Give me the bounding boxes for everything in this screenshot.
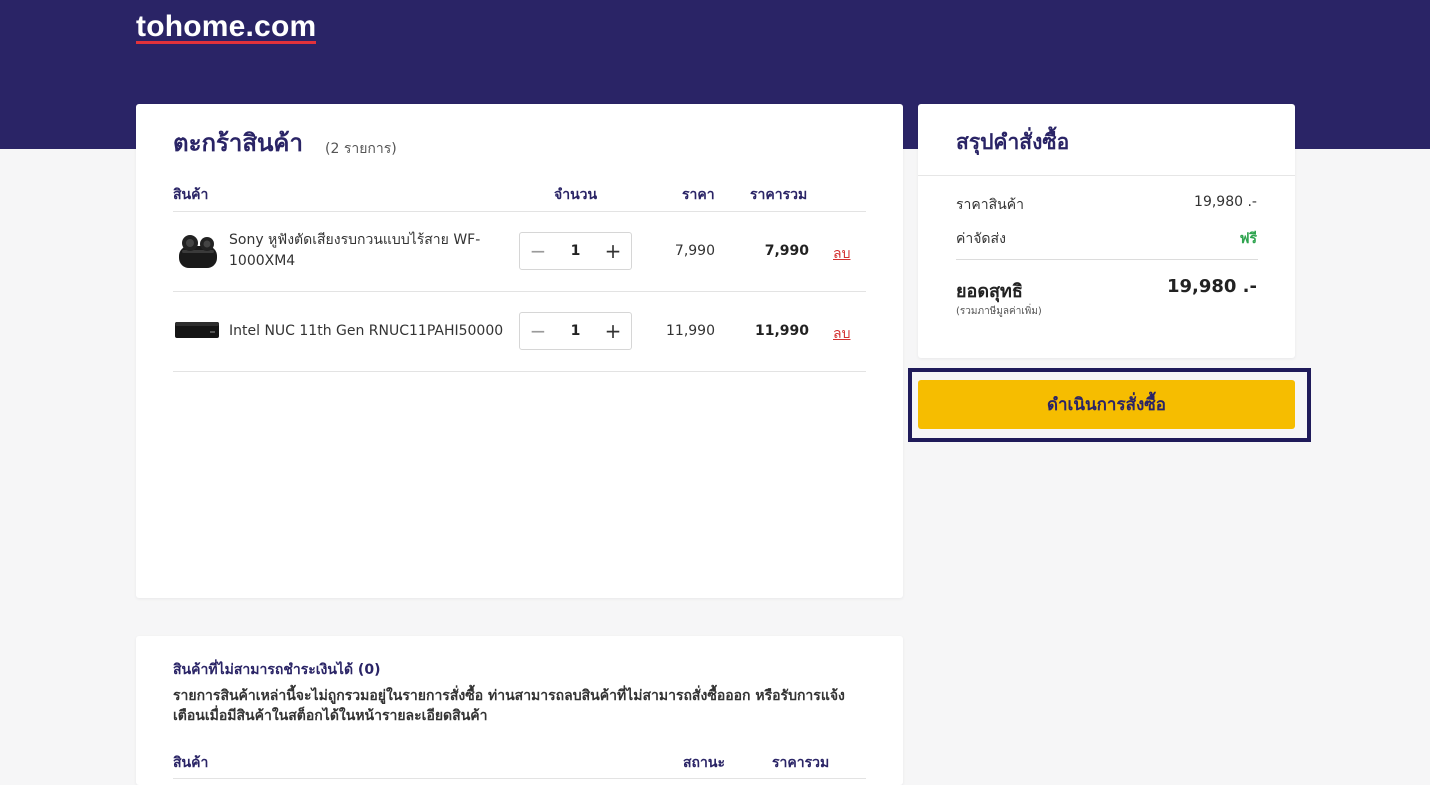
site-logo[interactable]: tohome.com: [136, 9, 316, 45]
summary-divider: [956, 259, 1258, 260]
item-total: 11,990: [754, 323, 809, 339]
unavailable-items-panel: สินค้าที่ไม่สามารถชำระเงินได้ (0) รายการ…: [136, 636, 903, 785]
product-name[interactable]: Intel NUC 11th Gen RNUC11PAHI50000: [229, 321, 504, 342]
unavailable-description: รายการสินค้าเหล่านี้จะไม่ถูกรวมอยู่ในราย…: [173, 688, 845, 724]
column-header-price: ราคา: [682, 187, 715, 203]
shipping-label: ค่าจัดส่ง: [956, 231, 1006, 247]
net-total-value: 19,980 .-: [1166, 276, 1257, 297]
quantity-input[interactable]: [556, 323, 595, 339]
increase-quantity-button[interactable]: +: [595, 313, 631, 349]
summary-divider: [918, 175, 1295, 176]
increase-quantity-button[interactable]: +: [595, 233, 631, 269]
summary-title: สรุปคำสั่งซื้อ: [956, 130, 1070, 154]
quantity-stepper: − +: [519, 232, 632, 270]
column-header-product: สินค้า: [173, 187, 209, 203]
cart-title: ตะกร้าสินค้า: [173, 129, 303, 157]
row-divider: [173, 371, 866, 372]
item-price: 11,990: [666, 323, 715, 339]
remove-item-link[interactable]: ลบ: [833, 243, 850, 265]
quantity-stepper: − +: [519, 312, 632, 350]
unavailable-column-product: สินค้า: [173, 755, 209, 771]
unavailable-title: สินค้าที่ไม่สามารถชำระเงินได้ (0): [173, 662, 381, 678]
subtotal-label: ราคาสินค้า: [956, 197, 1024, 213]
earbuds-product-image[interactable]: [176, 232, 220, 272]
mini-pc-product-image[interactable]: [174, 318, 220, 342]
net-total-label: ยอดสุทธิ: [956, 281, 1023, 302]
item-price: 7,990: [674, 243, 715, 259]
cart-panel: ตะกร้าสินค้า (2 รายการ) สินค้า จำนวน ราค…: [136, 104, 903, 598]
quantity-input[interactable]: [556, 243, 595, 259]
row-divider: [173, 778, 866, 779]
logo-underline: [136, 41, 316, 44]
remove-item-link[interactable]: ลบ: [833, 323, 850, 345]
shipping-value: ฟรี: [1239, 231, 1257, 247]
order-summary-panel: สรุปคำสั่งซื้อ ราคาสินค้า 19,980 .- ค่าจ…: [918, 104, 1295, 358]
item-total: 7,990: [764, 243, 809, 259]
column-header-quantity: จำนวน: [554, 187, 598, 203]
unavailable-column-status: สถานะ: [683, 755, 725, 771]
decrease-quantity-button[interactable]: −: [520, 233, 556, 269]
checkout-button[interactable]: ดำเนินการสั่งซื้อ: [918, 380, 1295, 429]
row-divider: [173, 211, 866, 212]
vat-note: (รวมภาษีมูลค่าเพิ่ม): [956, 306, 1042, 317]
column-header-total: ราคารวม: [750, 187, 808, 203]
unavailable-column-total: ราคารวม: [772, 755, 830, 771]
cart-item-count: (2 รายการ): [325, 141, 397, 157]
decrease-quantity-button[interactable]: −: [520, 313, 556, 349]
subtotal-value: 19,980 .-: [1194, 194, 1257, 210]
row-divider: [173, 291, 866, 292]
product-name[interactable]: Sony หูฟังตัดเสียงรบกวนแบบไร้สาย WF-1000…: [229, 230, 504, 272]
